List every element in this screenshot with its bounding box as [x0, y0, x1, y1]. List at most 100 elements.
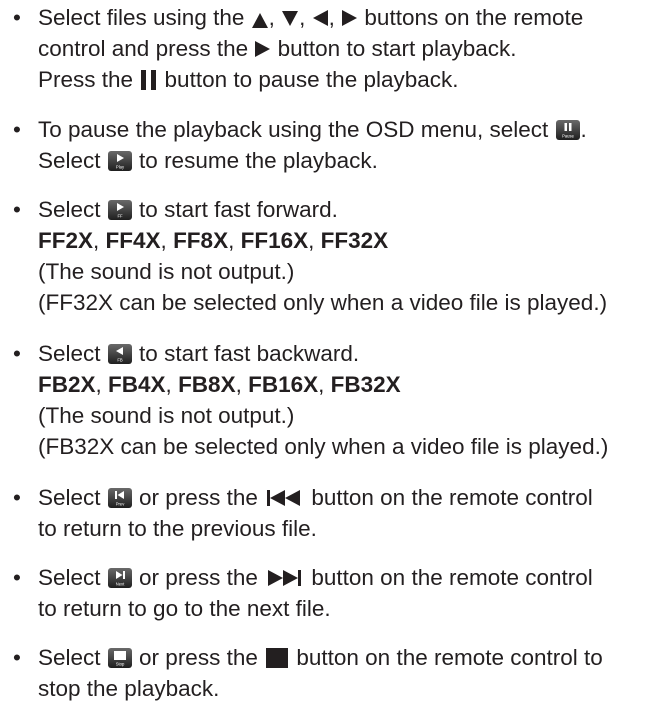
speed-label: FB8X — [178, 372, 236, 397]
speed-label: FF4X — [105, 228, 161, 253]
osd-prev-icon: Prev — [107, 488, 132, 508]
text-fragment: Select — [38, 565, 107, 590]
text-fragment: , — [228, 228, 241, 253]
text-fragment: , — [160, 228, 174, 253]
text-line: Select Play to resume the playback. — [38, 145, 587, 176]
text-fragment: or press the — [132, 565, 265, 590]
text-fragment: , — [95, 372, 109, 397]
text-fragment: . — [580, 117, 587, 142]
bullet: • — [13, 117, 21, 142]
down-arrow-icon — [282, 11, 299, 26]
item-text: Select Next or press the button on the r… — [38, 562, 593, 624]
skip-previous-icon — [266, 485, 303, 506]
speed-label: FF32X — [320, 228, 389, 253]
bullet: • — [13, 341, 21, 366]
osd-caption: Pause — [562, 134, 575, 139]
bullet: • — [13, 645, 21, 670]
osd-pause-icon: Pause — [555, 120, 580, 140]
text-line: Select FB to start fast backward. — [38, 338, 608, 369]
text-fragment: buttons on the remote — [358, 5, 584, 30]
text-fragment: to return to go to the next file. — [38, 596, 331, 621]
osd-caption: Stop — [115, 662, 124, 667]
text-fragment: , — [299, 5, 312, 30]
text-fragment: Select — [38, 645, 107, 670]
osd-fb-icon: FB — [107, 344, 132, 364]
text-line: Select Prev or press the button on the r… — [38, 482, 593, 513]
text-fragment: button on the remote control — [305, 485, 593, 510]
text-fragment: Select — [38, 485, 107, 510]
text-fragment: Select — [38, 197, 107, 222]
text-fragment: or press the — [132, 485, 265, 510]
text-fragment: stop the playback. — [38, 676, 220, 701]
speed-label: FB32X — [330, 372, 401, 397]
text-fragment: to return to the previous file. — [38, 516, 317, 541]
text-line: Select FF to start fast forward. — [38, 194, 607, 225]
text-line: Select Stop or press the button on the r… — [38, 642, 603, 673]
osd-play-icon: Play — [107, 151, 132, 171]
right-arrow-icon — [342, 10, 358, 26]
text-line: stop the playback. — [38, 673, 603, 704]
text-line: To pause the playback using the OSD menu… — [38, 114, 587, 145]
text-fragment: Press the — [38, 67, 140, 92]
text-line: FF2X, FF4X, FF8X, FF16X, FF32X — [38, 225, 607, 256]
osd-next-icon: Next — [107, 568, 132, 588]
speed-label: FB4X — [108, 372, 166, 397]
text-fragment: control and press the — [38, 36, 255, 61]
osd-caption: Next — [115, 582, 124, 587]
text-line: to return to go to the next file. — [38, 593, 593, 624]
right-arrow-icon — [255, 41, 271, 57]
text-fragment: (The sound is not output.) — [38, 259, 295, 284]
bullet: • — [13, 565, 21, 590]
bullet: • — [13, 197, 21, 222]
osd-caption: Prev — [115, 502, 125, 507]
speed-label: FF16X — [240, 228, 309, 253]
item-text: Select files using the , , , buttons on … — [38, 2, 583, 95]
text-line: Select Next or press the button on the r… — [38, 562, 593, 593]
item-text: Select Stop or press the button on the r… — [38, 642, 603, 704]
bullet: • — [13, 5, 21, 30]
text-line: to return to the previous file. — [38, 513, 593, 544]
text-fragment: button on the remote control to — [290, 645, 603, 670]
text-line: (FF32X can be selected only when a video… — [38, 287, 607, 318]
text-fragment: Select — [38, 148, 107, 173]
text-fragment: to resume the playback. — [132, 148, 378, 173]
osd-caption: FF — [117, 214, 123, 219]
speed-label: FB16X — [248, 372, 319, 397]
stop-button-icon — [266, 648, 289, 668]
text-fragment: (FF32X can be selected only when a video… — [38, 290, 608, 315]
text-line: control and press the button to start pl… — [38, 33, 583, 64]
text-fragment: (The sound is not output.) — [38, 403, 295, 428]
text-fragment: to start fast backward. — [132, 341, 360, 366]
text-fragment: button to start playback. — [271, 36, 517, 61]
text-fragment: Select — [38, 341, 107, 366]
item-text: Select FF to start fast forward. FF2X, FF… — [38, 194, 607, 318]
osd-caption: FB — [117, 358, 123, 363]
speed-label: FF8X — [173, 228, 229, 253]
text-fragment: , — [268, 5, 282, 30]
text-fragment: or press the — [132, 645, 265, 670]
text-fragment: button to pause the playback. — [158, 67, 459, 92]
text-line: (FB32X can be selected only when a video… — [38, 431, 608, 462]
item-text: Select Prev or press the button on the r… — [38, 482, 593, 544]
speed-label: FB2X — [38, 372, 96, 397]
text-fragment: , — [308, 228, 321, 253]
bullet: • — [13, 485, 21, 510]
text-line: Select files using the , , , buttons on … — [38, 2, 583, 33]
text-fragment: , — [93, 228, 106, 253]
speed-label: FF2X — [38, 228, 94, 253]
text-fragment: (FB32X can be selected only when a video… — [38, 434, 609, 459]
text-line: Press the button to pause the playback. — [38, 64, 583, 95]
left-arrow-icon — [312, 10, 328, 26]
text-fragment: Select files using the — [38, 5, 251, 30]
osd-ff-icon: FF — [107, 200, 132, 220]
text-fragment: To pause the playback using the OSD menu… — [38, 117, 555, 142]
osd-stop-icon: Stop — [107, 648, 132, 668]
skip-next-icon — [266, 565, 303, 586]
item-text: Select FB to start fast backward. FB2X, F… — [38, 338, 608, 462]
text-line: (The sound is not output.) — [38, 256, 607, 287]
text-fragment: , — [165, 372, 179, 397]
text-fragment: button on the remote control — [305, 565, 593, 590]
text-line: FB2X, FB4X, FB8X, FB16X, FB32X — [38, 369, 608, 400]
text-fragment: , — [328, 5, 342, 30]
item-text: To pause the playback using the OSD menu… — [38, 114, 587, 176]
